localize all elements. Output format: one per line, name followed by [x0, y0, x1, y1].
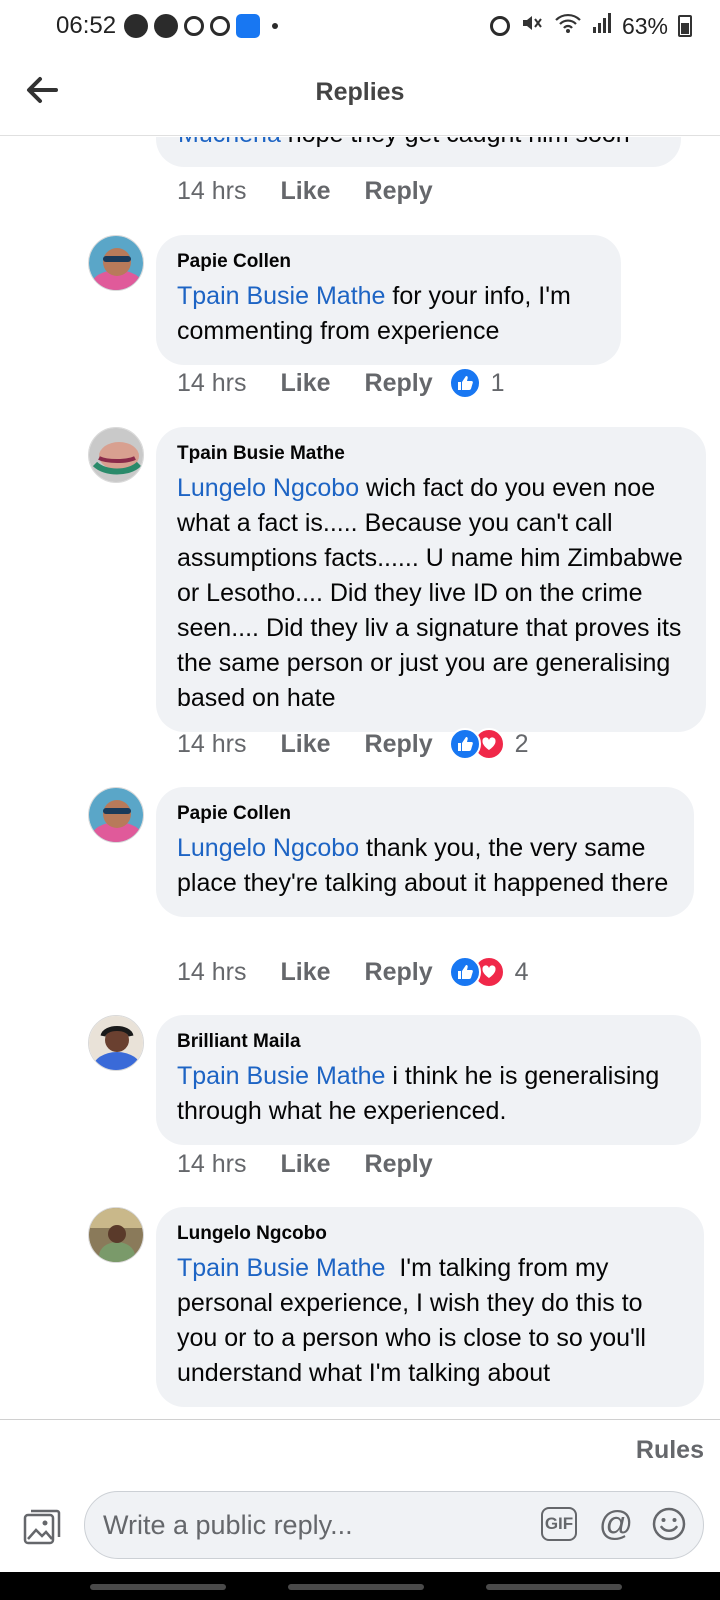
- mention-link[interactable]: Lungelo Ngcobo: [177, 474, 359, 502]
- smiley-icon: [652, 1507, 686, 1541]
- comment-text: Tpain Busie Mathe for your info, I'm com…: [177, 282, 571, 345]
- reply-button[interactable]: Reply: [365, 369, 433, 398]
- messenger-icon: [236, 14, 261, 38]
- like-button[interactable]: Like: [280, 958, 330, 987]
- rules-bar: Rules: [0, 1419, 720, 1479]
- emoji-button[interactable]: [651, 1506, 687, 1542]
- like-button[interactable]: Like: [280, 369, 330, 398]
- reply-button[interactable]: Reply: [365, 1150, 433, 1179]
- reaction-count: 4: [514, 957, 529, 986]
- comment-bubble: Papie Collen Tpain Busie Mathe for your …: [156, 235, 621, 365]
- reply-composer: GIF @: [0, 1479, 720, 1572]
- reply-input-field[interactable]: GIF @: [84, 1491, 704, 1559]
- comment-actions: 14 hrs Like Reply: [177, 175, 449, 207]
- battery-icon: [678, 15, 692, 37]
- bolt-icon: [124, 14, 149, 38]
- wifi-icon: [554, 12, 582, 40]
- page-title: Replies: [315, 78, 405, 106]
- mention-link[interactable]: Tpain Busie Mathe: [177, 1254, 385, 1282]
- like-reaction-icon: [448, 956, 481, 988]
- avatar[interactable]: [88, 235, 144, 291]
- comment-time: 14 hrs: [177, 729, 247, 758]
- gif-button[interactable]: GIF: [541, 1507, 577, 1541]
- mention-link[interactable]: Muchena: [178, 137, 281, 148]
- reaction-count: 1: [490, 368, 505, 397]
- comment-actions: 14 hrs Like Reply 1: [177, 367, 505, 399]
- reactions[interactable]: 2: [448, 728, 529, 760]
- like-button[interactable]: Like: [280, 177, 330, 206]
- mute-icon: [520, 11, 544, 41]
- comment-text: Tpain Busie Mathe i think he is generali…: [177, 1062, 660, 1125]
- comment-bubble: Papie Collen Lungelo Ngcobo thank you, t…: [156, 787, 694, 917]
- comment-bubble: Muchena hope they get caught him soon: [156, 137, 681, 167]
- alarm-icon: [489, 16, 510, 36]
- reactions[interactable]: 1: [448, 367, 505, 399]
- comment-actions: 14 hrs Like Reply 2: [177, 728, 529, 760]
- comment-text: Lungelo Ngcobo thank you, the very same …: [177, 834, 669, 897]
- comment-actions: 14 hrs Like Reply: [177, 1148, 449, 1180]
- avatar[interactable]: [88, 787, 144, 843]
- replies-list[interactable]: Muchena hope they get caught him soon 14…: [0, 137, 720, 1419]
- status-right: 63%: [489, 11, 692, 41]
- signal-icon: [592, 12, 612, 40]
- home-button[interactable]: [288, 1584, 424, 1590]
- reply-button[interactable]: Reply: [365, 958, 433, 987]
- status-bar: 06:52 63%: [0, 0, 720, 52]
- comment-text: Muchena hope they get caught him soon: [178, 137, 630, 149]
- comment-time: 14 hrs: [177, 1149, 247, 1178]
- comment-time: 14 hrs: [177, 957, 247, 986]
- comment-author[interactable]: Papie Collen: [177, 251, 599, 273]
- recent-apps-button[interactable]: [90, 1584, 226, 1590]
- bolt-icon: [154, 14, 179, 38]
- reaction-count: 2: [514, 729, 529, 758]
- comment-author[interactable]: Tpain Busie Mathe: [177, 443, 684, 465]
- back-nav-button[interactable]: [486, 1584, 622, 1590]
- mention-link[interactable]: Lungelo Ngcobo: [177, 834, 359, 862]
- alarm-icon: [210, 16, 231, 36]
- reply-button[interactable]: Reply: [365, 177, 433, 206]
- status-time: 06:52: [56, 12, 117, 39]
- comment-time: 14 hrs: [177, 368, 247, 397]
- like-reaction-icon: [448, 728, 481, 760]
- avatar[interactable]: [88, 427, 144, 483]
- comment-text: Tpain Busie Mathe I'm talking from my pe…: [177, 1254, 653, 1387]
- mention-button[interactable]: @: [595, 1502, 637, 1546]
- comment-author[interactable]: Brilliant Maila: [177, 1031, 679, 1053]
- notification-icons: [124, 14, 279, 38]
- mention-link[interactable]: Tpain Busie Mathe: [177, 282, 385, 310]
- system-nav-bar: [0, 1572, 720, 1600]
- comment-actions: 14 hrs Like Reply 4: [177, 956, 529, 988]
- comment-author[interactable]: Lungelo Ngcobo: [177, 1223, 682, 1245]
- app-notification-icon: [184, 16, 205, 36]
- like-button[interactable]: Like: [280, 730, 330, 759]
- battery-percent: 63%: [621, 12, 668, 39]
- reactions[interactable]: 4: [448, 956, 529, 988]
- comment-bubble: Tpain Busie Mathe Lungelo Ngcobo wich fa…: [156, 427, 706, 732]
- reply-input[interactable]: [103, 1504, 503, 1546]
- like-button[interactable]: Like: [280, 1150, 330, 1179]
- comment-author[interactable]: Papie Collen: [177, 803, 672, 825]
- reply-button[interactable]: Reply: [365, 730, 433, 759]
- comment-bubble: Lungelo Ngcobo Tpain Busie Mathe I'm tal…: [156, 1207, 704, 1407]
- comment-bubble: Brilliant Maila Tpain Busie Mathe i thin…: [156, 1015, 701, 1145]
- header: Replies: [0, 52, 720, 136]
- comment-time: 14 hrs: [177, 176, 247, 205]
- more-notifications-dot-icon: [272, 23, 279, 29]
- photo-button[interactable]: [22, 1507, 62, 1547]
- comment-text: Lungelo Ngcobo wich fact do you even noe…: [177, 474, 683, 712]
- rules-link[interactable]: Rules: [636, 1436, 704, 1465]
- avatar[interactable]: [88, 1207, 144, 1263]
- like-reaction-icon: [448, 367, 481, 399]
- mention-link[interactable]: Tpain Busie Mathe: [177, 1062, 385, 1090]
- image-icon: [23, 1509, 61, 1545]
- avatar[interactable]: [88, 1015, 144, 1071]
